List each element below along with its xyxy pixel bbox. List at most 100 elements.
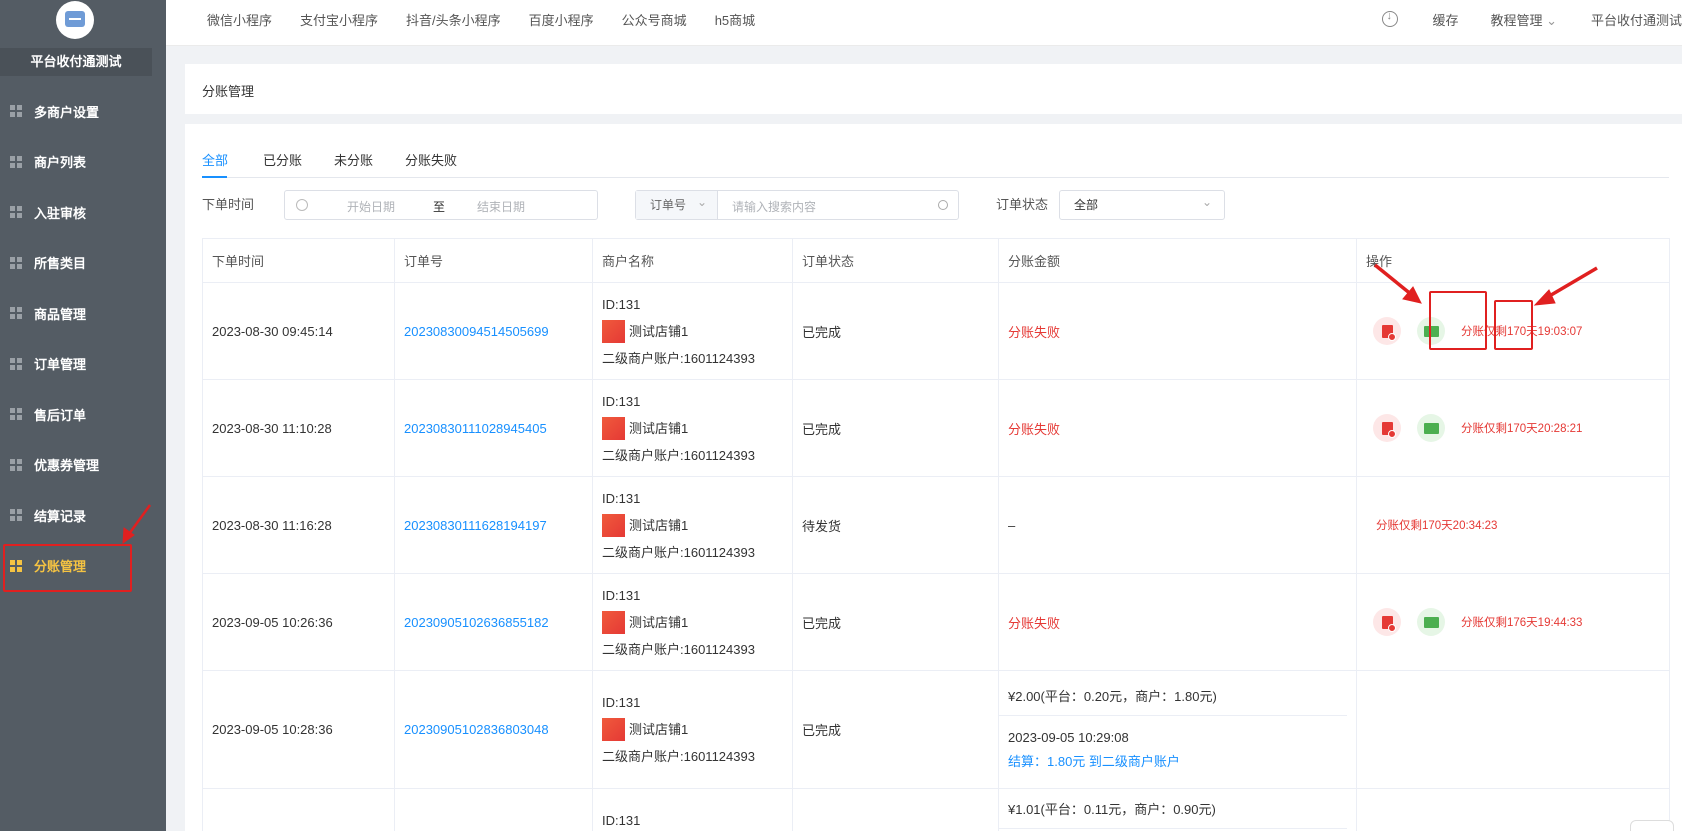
split-status: 分账失败	[1008, 615, 1061, 631]
grid-icon	[10, 509, 22, 522]
sidebar-item-coupons[interactable]: 优惠券管理	[0, 440, 166, 491]
store-icon	[65, 11, 85, 27]
order-no-link[interactable]: 20230905102836803048	[404, 722, 549, 737]
tab-split-done[interactable]: 已分账	[263, 150, 302, 169]
nav-alipay-miniprogram[interactable]: 支付宝小程序	[300, 10, 378, 29]
split-detail-button[interactable]	[1373, 414, 1401, 442]
sidebar-item-label: 商品管理	[34, 306, 87, 322]
sidebar-item-after-sales[interactable]: 售后订单	[0, 389, 166, 440]
actions: 分账仅剩176天19:44:33	[1366, 608, 1669, 636]
cell-merchant: ID:131 测试店铺1 二级商户账户:1601124393	[592, 476, 793, 574]
merchant-name: 测试店铺1	[629, 420, 689, 436]
topbar: 微信小程序 支付宝小程序 抖音/头条小程序 百度小程序 公众号商城 h5商城 缓…	[166, 0, 1682, 46]
corner-widget[interactable]	[1630, 820, 1674, 831]
sidebar-item-label: 商户列表	[34, 155, 87, 171]
tabs: 全部 已分账 未分账 分账失败	[202, 150, 1669, 178]
top-nav: 微信小程序 支付宝小程序 抖音/头条小程序 百度小程序 公众号商城 h5商城	[207, 0, 783, 38]
start-date-input[interactable]: 开始日期	[347, 198, 395, 215]
order-status-select[interactable]: 全部	[1059, 188, 1225, 220]
split-status: 分账失败	[1008, 421, 1061, 437]
sidebar-item-orders[interactable]: 订单管理	[0, 339, 166, 390]
cell-order-time: 2023-09-05 10:26:36	[202, 573, 395, 671]
cell-order-time: 2023-08-30 11:10:28	[202, 379, 395, 477]
sidebar-item-multi-merchant-settings[interactable]: 多商户设置	[0, 86, 166, 137]
page-header: 分账管理	[185, 64, 1682, 114]
grid-icon	[10, 408, 22, 421]
sidebar-item-label: 售后订单	[34, 407, 87, 423]
document-icon	[1381, 421, 1396, 438]
merchant-name: 测试店铺1	[629, 517, 689, 533]
search-type-select[interactable]: 订单号	[636, 188, 718, 219]
merchant-id: ID:131	[602, 296, 641, 312]
split-amount: ¥2.00(平台：0.20元，商户：1.80元)	[999, 676, 1347, 716]
col-header-order-time: 下单时间	[202, 238, 395, 283]
retry-split-button[interactable]	[1417, 608, 1445, 636]
sidebar-item-settlements[interactable]: 结算记录	[0, 490, 166, 541]
tutorial-dropdown[interactable]: 教程管理	[1490, 10, 1557, 29]
search-input[interactable]: 请输入搜索内容	[732, 198, 816, 215]
nav-wechat-miniprogram[interactable]: 微信小程序	[207, 10, 272, 29]
sidebar-item-label: 多商户设置	[34, 104, 100, 120]
table-row: 2023-08-30 11:16:28 20230830111628194197…	[202, 476, 1670, 574]
split-countdown: 分账仅剩170天20:28:21	[1461, 423, 1583, 435]
cell-order-time: 2023-09-05 10:28:36	[202, 670, 395, 789]
merchant-name: 测试店铺1	[629, 323, 689, 339]
split-settle-info: 结算：1.80元 到二级商户账户	[1008, 753, 1180, 769]
tab-unsplit[interactable]: 未分账	[334, 150, 373, 169]
merchant-account: 二级商户账户:1601124393	[602, 749, 755, 764]
search-icon[interactable]	[938, 200, 948, 210]
actions: 分账仅剩170天20:28:21	[1366, 414, 1669, 442]
tab-active-indicator	[202, 176, 227, 178]
sidebar-item-onboarding-review[interactable]: 入驻审核	[0, 187, 166, 238]
order-no-link[interactable]: 20230830111028945405	[404, 421, 547, 436]
sidebar-item-merchant-list[interactable]: 商户列表	[0, 137, 166, 188]
nav-douyin-miniprogram[interactable]: 抖音/头条小程序	[406, 10, 501, 29]
account-name[interactable]: 平台收付通测试	[1591, 10, 1682, 29]
money-icon	[1423, 616, 1439, 628]
split-detail-button[interactable]	[1373, 317, 1401, 345]
download-icon[interactable]	[1382, 10, 1399, 27]
main-card: 全部 已分账 未分账 分账失败 下单时间 开始日期 至 结束日期 订单号 请输入…	[185, 124, 1682, 831]
merchant-account: 二级商户账户:1601124393	[602, 544, 755, 560]
cell-status: 已完成	[792, 573, 999, 671]
cell-order-time	[202, 788, 395, 831]
retry-split-button[interactable]	[1417, 414, 1445, 442]
col-header-actions: 操作	[1356, 238, 1670, 283]
grid-icon	[10, 458, 22, 471]
tab-all[interactable]: 全部	[202, 150, 228, 169]
merchant-name: 测试店铺1	[629, 614, 689, 630]
sidebar: 平台收付通测试 多商户设置 商户列表 入驻审核 所售类目 商品管理 订单管理 售…	[0, 0, 166, 831]
sidebar-item-categories[interactable]: 所售类目	[0, 238, 166, 289]
merchant-id: ID:131	[602, 393, 641, 409]
sidebar-item-label: 优惠券管理	[34, 458, 100, 474]
table-row: 2023-09-05 10:26:36 20230905102636855182…	[202, 573, 1670, 671]
cell-actions	[1356, 788, 1670, 831]
end-date-input[interactable]: 结束日期	[477, 198, 525, 215]
order-status-label: 订单状态	[996, 197, 1049, 212]
table-row: ID:131 ¥1.01(平台：0.11元，商户：0.90元)	[202, 788, 1670, 831]
split-detail-button[interactable]	[1373, 608, 1401, 636]
store-logo[interactable]	[56, 1, 94, 39]
col-header-status: 订单状态	[792, 238, 999, 283]
tab-split-failed[interactable]: 分账失败	[405, 150, 457, 169]
highlight-box-retry-button	[1494, 300, 1533, 350]
cell-split-detail: ¥1.01(平台：0.11元，商户：0.90元)	[998, 788, 1357, 831]
merchant-avatar	[602, 513, 625, 537]
nav-h5-mall[interactable]: h5商城	[715, 10, 755, 29]
nav-baidu-miniprogram[interactable]: 百度小程序	[529, 10, 594, 29]
search-group: 订单号 请输入搜索内容	[635, 188, 959, 220]
sidebar-item-products[interactable]: 商品管理	[0, 288, 166, 339]
order-no-link[interactable]: 20230905102636855182	[404, 615, 549, 630]
sidebar-item-label: 入驻审核	[34, 205, 87, 221]
cell-split-detail: ¥2.00(平台：0.20元，商户：1.80元) 2023-09-05 10:2…	[998, 670, 1357, 789]
merchant-account: 二级商户账户:1601124393	[602, 641, 755, 657]
split-amount: ¥1.01(平台：0.11元，商户：0.90元)	[999, 789, 1347, 829]
merchant-id: ID:131	[602, 695, 641, 710]
cache-button[interactable]: 缓存	[1432, 10, 1458, 29]
date-range-picker[interactable]: 开始日期 至 结束日期	[284, 190, 598, 220]
order-no-link[interactable]: 20230830111628194197	[404, 518, 547, 533]
merchant-account: 二级商户账户:1601124393	[602, 447, 755, 463]
merchant-id: ID:131	[602, 587, 641, 603]
order-no-link[interactable]: 20230830094514505699	[404, 324, 549, 339]
nav-official-account-mall[interactable]: 公众号商城	[622, 10, 687, 29]
